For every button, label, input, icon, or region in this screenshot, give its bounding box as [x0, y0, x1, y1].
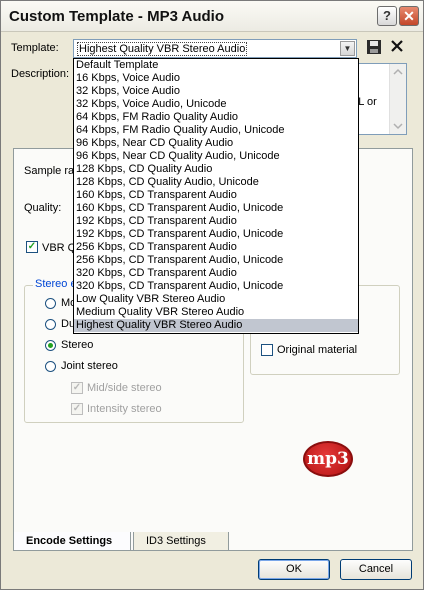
save-icon[interactable]: [365, 39, 383, 57]
window-title: Custom Template - MP3 Audio: [9, 8, 225, 25]
dropdown-option[interactable]: 96 Kbps, Near CD Quality Audio, Unicode: [74, 150, 358, 163]
dropdown-option[interactable]: Medium Quality VBR Stereo Audio: [74, 306, 358, 319]
intensity-stereo-label: Intensity stereo: [87, 403, 162, 415]
tab-encode-settings[interactable]: Encode Settings: [13, 532, 131, 551]
tab-id3-settings[interactable]: ID3 Settings: [133, 532, 229, 551]
midside-stereo-checkbox[interactable]: ✓: [71, 382, 83, 394]
template-label: Template:: [11, 42, 59, 54]
chevron-down-icon[interactable]: ▼: [340, 41, 355, 56]
intensity-stereo-checkbox[interactable]: ✓: [71, 403, 83, 415]
dropdown-option[interactable]: 16 Kbps, Voice Audio: [74, 72, 358, 85]
vbr-quality-checkbox[interactable]: ✓: [26, 241, 38, 253]
template-selected-value: Highest Quality VBR Stereo Audio: [77, 42, 248, 56]
original-material-checkbox[interactable]: [261, 344, 273, 356]
dropdown-option[interactable]: 128 Kbps, CD Quality Audio: [74, 163, 358, 176]
midside-stereo-label: Mid/side stereo: [87, 382, 162, 394]
mp3-logo: mp3: [303, 441, 353, 477]
dropdown-option[interactable]: 96 Kbps, Near CD Quality Audio: [74, 137, 358, 150]
description-scrollbar[interactable]: [389, 64, 406, 134]
template-dropdown-list[interactable]: Default Template 16 Kbps, Voice Audio 32…: [73, 58, 359, 334]
cancel-button[interactable]: Cancel: [340, 559, 412, 580]
ok-button[interactable]: OK: [258, 559, 330, 580]
template-combobox[interactable]: Highest Quality VBR Stereo Audio ▼: [73, 39, 357, 58]
mode-label-joint-stereo: Joint stereo: [61, 360, 118, 372]
dropdown-option[interactable]: 256 Kbps, CD Transparent Audio: [74, 241, 358, 254]
mode-radio-stereo[interactable]: [45, 340, 56, 351]
sample-rate-label: Sample ra: [24, 165, 75, 177]
dropdown-option[interactable]: 160 Kbps, CD Transparent Audio: [74, 189, 358, 202]
quality-label: Quality:: [24, 202, 62, 214]
custom-template-dialog: Custom Template - MP3 Audio ? ✕ Template…: [0, 0, 424, 590]
mode-radio-joint-stereo[interactable]: [45, 361, 56, 372]
dropdown-option[interactable]: 32 Kbps, Voice Audio: [74, 85, 358, 98]
mode-radio-dual[interactable]: [45, 319, 56, 330]
original-material-label: Original material: [277, 344, 358, 356]
dropdown-option[interactable]: 64 Kbps, FM Radio Quality Audio: [74, 111, 358, 124]
close-button[interactable]: ✕: [399, 6, 419, 26]
dropdown-option[interactable]: 320 Kbps, CD Transparent Audio, Unicode: [74, 280, 358, 293]
dropdown-option[interactable]: 192 Kbps, CD Transparent Audio: [74, 215, 358, 228]
dropdown-option[interactable]: Low Quality VBR Stereo Audio: [74, 293, 358, 306]
dropdown-option-selected[interactable]: Highest Quality VBR Stereo Audio: [74, 319, 358, 332]
dropdown-option[interactable]: 256 Kbps, CD Transparent Audio, Unicode: [74, 254, 358, 267]
delete-icon[interactable]: [388, 39, 406, 57]
mode-label-stereo: Stereo: [61, 339, 94, 351]
help-button[interactable]: ?: [377, 6, 397, 26]
dropdown-option[interactable]: 64 Kbps, FM Radio Quality Audio, Unicode: [74, 124, 358, 137]
dropdown-option[interactable]: Default Template: [74, 59, 358, 72]
stereo-group-title: Stereo e: [33, 278, 79, 290]
dropdown-option[interactable]: 32 Kbps, Voice Audio, Unicode: [74, 98, 358, 111]
mode-radio-mono[interactable]: [45, 298, 56, 309]
dropdown-option[interactable]: 128 Kbps, CD Quality Audio, Unicode: [74, 176, 358, 189]
description-label: Description:: [11, 68, 70, 80]
dropdown-option[interactable]: 192 Kbps, CD Transparent Audio, Unicode: [74, 228, 358, 241]
dropdown-option[interactable]: 160 Kbps, CD Transparent Audio, Unicode: [74, 202, 358, 215]
title-bar[interactable]: Custom Template - MP3 Audio ? ✕: [1, 1, 423, 32]
dropdown-option[interactable]: 320 Kbps, CD Transparent Audio: [74, 267, 358, 280]
